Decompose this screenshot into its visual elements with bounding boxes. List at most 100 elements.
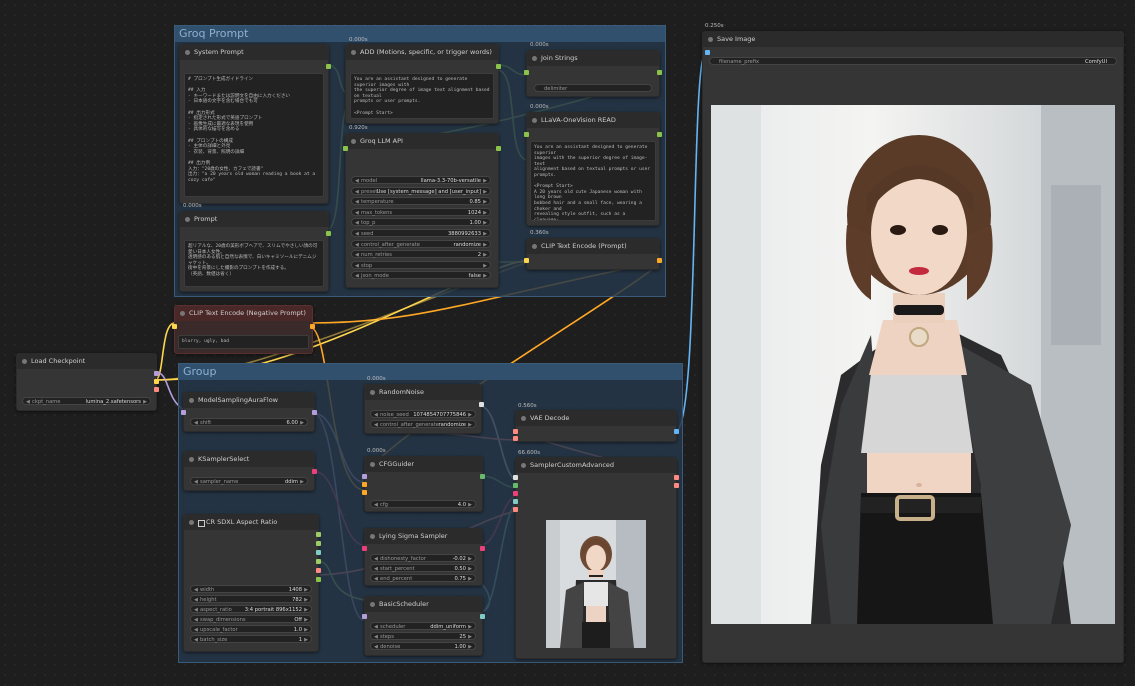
chevron-right-icon[interactable]: ▶ bbox=[483, 251, 487, 259]
conditioning-output-port[interactable] bbox=[657, 258, 662, 263]
chevron-right-icon[interactable]: ▶ bbox=[304, 586, 308, 594]
chevron-left-icon[interactable]: ◀ bbox=[355, 230, 359, 238]
chevron-left-icon[interactable]: ◀ bbox=[26, 398, 30, 406]
widget-num-retries[interactable]: ◀ num_retries 2 ▶ bbox=[351, 250, 491, 259]
node-load-checkpoint[interactable]: Load Checkpoint ◀ ckpt_name lumina_2.saf… bbox=[16, 353, 159, 411]
widget-batch-size[interactable]: ◀ batch_size 1 ▶ bbox=[190, 635, 312, 643]
chevron-right-icon[interactable]: ▶ bbox=[468, 575, 472, 583]
chevron-left-icon[interactable]: ◀ bbox=[194, 636, 198, 644]
vae-input-port[interactable] bbox=[513, 436, 518, 441]
widget-width[interactable]: ◀ width 1408 ▶ bbox=[190, 585, 312, 593]
chevron-left-icon[interactable]: ◀ bbox=[194, 478, 198, 486]
chevron-right-icon[interactable]: ▶ bbox=[483, 219, 487, 227]
widget-max-tokens[interactable]: ◀ max_tokens 1024 ▶ bbox=[351, 207, 491, 216]
vae-output-port[interactable] bbox=[154, 387, 159, 392]
widget-noise-seed[interactable]: ◀ noise_seed 1074854707775846 ▶ bbox=[370, 410, 476, 418]
chevron-right-icon[interactable]: ▶ bbox=[300, 478, 304, 486]
chevron-left-icon[interactable]: ◀ bbox=[374, 555, 378, 563]
chevron-left-icon[interactable]: ◀ bbox=[374, 565, 378, 573]
node-ksampler-select[interactable]: KSamplerSelect ◀ sampler_name ddim ▶ bbox=[183, 451, 317, 491]
widget-temperature[interactable]: ◀ temperature 0.85 ▶ bbox=[351, 197, 491, 206]
chevron-right-icon[interactable]: ▶ bbox=[468, 421, 472, 429]
system-prompt-textarea[interactable]: # プロンプト生成ガイドライン ## 入力 - キーワードまたは説明文を自由に入… bbox=[184, 73, 324, 197]
model-input-port[interactable] bbox=[181, 410, 186, 415]
node-title[interactable]: Groq LLM API bbox=[346, 134, 498, 149]
chevron-left-icon[interactable]: ◀ bbox=[355, 177, 359, 185]
chevron-right-icon[interactable]: ▶ bbox=[483, 272, 487, 280]
int-output-port[interactable] bbox=[316, 559, 321, 564]
model-input-port[interactable] bbox=[362, 614, 367, 619]
node-add-text[interactable]: ADD (Motions, specific, or trigger words… bbox=[345, 44, 501, 124]
sigmas-input-port[interactable] bbox=[513, 499, 518, 504]
node-title[interactable]: Lying Sigma Sampler bbox=[365, 529, 482, 544]
chevron-right-icon[interactable]: ▶ bbox=[468, 501, 472, 509]
chevron-right-icon[interactable]: ▶ bbox=[304, 616, 308, 624]
shift-widget[interactable]: ◀ shift 6.00 ▶ bbox=[190, 418, 308, 426]
negative-prompt-textarea[interactable]: blurry, ugly, bad bbox=[178, 335, 309, 349]
ckpt-name-selector[interactable]: ◀ ckpt_name lumina_2.safetensors ▶ bbox=[22, 397, 151, 405]
node-prompt[interactable]: Prompt 超リアルな、20歳の美形ボブヘアで、スリムでやさしい顔の可愛い日本… bbox=[179, 211, 331, 292]
widget-control-after-generate[interactable]: ◀ control_after_generate randomize ▶ bbox=[370, 420, 476, 428]
chevron-left-icon[interactable]: ◀ bbox=[194, 626, 198, 634]
chevron-right-icon[interactable]: ▶ bbox=[483, 198, 487, 206]
chevron-right-icon[interactable]: ▶ bbox=[483, 241, 487, 249]
string-input-port[interactable] bbox=[343, 146, 348, 151]
latent-output-port[interactable] bbox=[316, 568, 321, 573]
node-clip-text-encode-negative[interactable]: CLIP Text Encode (Negative Prompt) blurr… bbox=[172, 305, 315, 354]
model-output-port[interactable] bbox=[312, 410, 317, 415]
add-textarea[interactable]: You are an assistant designed to generat… bbox=[350, 73, 494, 119]
node-title[interactable]: SamplerCustomAdvanced bbox=[516, 458, 676, 473]
chevron-left-icon[interactable]: ◀ bbox=[355, 219, 359, 227]
node-system-prompt[interactable]: System Prompt # プロンプト生成ガイドライン ## 入力 - キー… bbox=[179, 44, 331, 204]
chevron-right-icon[interactable]: ▶ bbox=[304, 606, 308, 614]
chevron-left-icon[interactable]: ◀ bbox=[355, 251, 359, 259]
chevron-right-icon[interactable]: ▶ bbox=[304, 636, 308, 644]
chevron-right-icon[interactable]: ▶ bbox=[483, 262, 487, 270]
latent-input-port[interactable] bbox=[513, 507, 518, 512]
node-title[interactable]: VAE Decode bbox=[516, 411, 676, 426]
node-groq-llm[interactable]: Groq LLM API ◀ model llama-3.3-70b-versati… bbox=[343, 133, 501, 288]
chevron-left-icon[interactable]: ◀ bbox=[194, 616, 198, 624]
widget-swap-dimensions[interactable]: ◀ swap_dimensions Off ▶ bbox=[190, 615, 312, 623]
chevron-left-icon[interactable]: ◀ bbox=[374, 575, 378, 583]
string-input-port[interactable] bbox=[524, 132, 529, 137]
node-title[interactable]: System Prompt bbox=[180, 45, 328, 60]
widget-denoise[interactable]: ◀ denoise 1.00 ▶ bbox=[370, 642, 476, 650]
widget-scheduler[interactable]: ◀ scheduler ddim_uniform ▶ bbox=[370, 622, 476, 630]
chevron-left-icon[interactable]: ◀ bbox=[374, 421, 378, 429]
string-output-port[interactable] bbox=[316, 577, 321, 582]
widget-model[interactable]: ◀ model llama-3.3-70b-versatile ▶ bbox=[351, 176, 491, 184]
chevron-right-icon[interactable]: ▶ bbox=[143, 398, 147, 406]
image-output-port[interactable] bbox=[674, 429, 679, 434]
images-input-port[interactable] bbox=[705, 50, 710, 55]
string-output-port[interactable] bbox=[326, 231, 331, 236]
node-clip-text-encode-prompt[interactable]: CLIP Text Encode (Prompt) bbox=[524, 238, 662, 270]
string-output-port[interactable] bbox=[496, 146, 501, 151]
widget-control-after-generate[interactable]: ◀ control_after_generate randomize ▶ bbox=[351, 239, 491, 249]
noise-input-port[interactable] bbox=[513, 475, 518, 480]
widget-seed[interactable]: ◀ seed 3880992633 ▶ bbox=[351, 229, 491, 237]
chevron-left-icon[interactable]: ◀ bbox=[194, 606, 198, 614]
noise-output-port[interactable] bbox=[479, 402, 484, 407]
widget-stop[interactable]: ◀ stop ▶ bbox=[351, 260, 491, 270]
node-title[interactable]: ModelSamplingAuraFlow bbox=[184, 393, 314, 408]
clip-input-port[interactable] bbox=[524, 258, 529, 263]
chevron-left-icon[interactable]: ◀ bbox=[355, 272, 359, 280]
chevron-left-icon[interactable]: ◀ bbox=[374, 623, 378, 631]
positive-input-port[interactable] bbox=[362, 482, 367, 487]
llava-textarea[interactable]: You are an assistant designed to generat… bbox=[530, 141, 656, 221]
widget-height[interactable]: ◀ height 782 ▶ bbox=[190, 595, 312, 603]
sigmas-output-port[interactable] bbox=[480, 614, 485, 619]
chevron-right-icon[interactable]: ▶ bbox=[304, 626, 308, 634]
string-input-port[interactable] bbox=[524, 70, 529, 75]
widget-steps[interactable]: ◀ steps 25 ▶ bbox=[370, 632, 476, 640]
widget-top-p[interactable]: ◀ top_p 1.00 ▶ bbox=[351, 218, 491, 227]
node-title[interactable]: LLaVA-OneVision READ bbox=[527, 113, 659, 128]
string-output-port[interactable] bbox=[326, 64, 331, 69]
node-title[interactable]: BasicScheduler bbox=[365, 597, 482, 612]
chevron-right-icon[interactable]: ▶ bbox=[300, 419, 304, 427]
node-canvas[interactable]: Groq Prompt Group System Prompt # プロンプト生… bbox=[0, 0, 1135, 686]
chevron-right-icon[interactable]: ▶ bbox=[468, 633, 472, 641]
widget-end-percent[interactable]: ◀ end_percent 0.75 ▶ bbox=[370, 574, 476, 582]
node-title[interactable]: ADD (Motions, specific, or trigger words… bbox=[346, 45, 498, 60]
